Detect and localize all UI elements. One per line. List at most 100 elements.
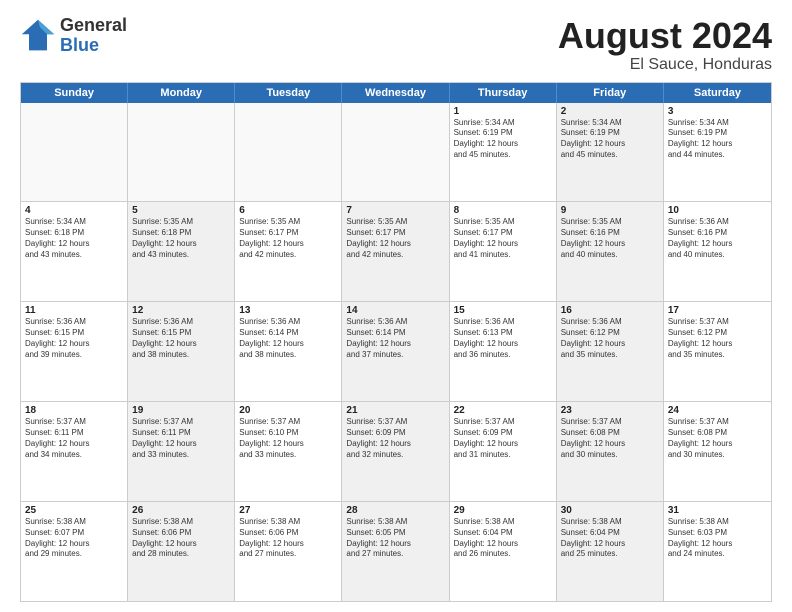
day-info: Sunrise: 5:38 AM Sunset: 6:06 PM Dayligh… <box>239 517 337 560</box>
day-number: 14 <box>346 305 444 316</box>
day-info: Sunrise: 5:36 AM Sunset: 6:15 PM Dayligh… <box>25 317 123 360</box>
day-number: 1 <box>454 106 552 117</box>
day-cell-1: 1Sunrise: 5:34 AM Sunset: 6:19 PM Daylig… <box>450 103 557 202</box>
day-number: 29 <box>454 505 552 516</box>
day-number: 13 <box>239 305 337 316</box>
day-cell-22: 22Sunrise: 5:37 AM Sunset: 6:09 PM Dayli… <box>450 402 557 501</box>
day-cell-11: 11Sunrise: 5:36 AM Sunset: 6:15 PM Dayli… <box>21 302 128 401</box>
title-location: El Sauce, Honduras <box>558 56 772 74</box>
day-number: 21 <box>346 405 444 416</box>
day-cell-17: 17Sunrise: 5:37 AM Sunset: 6:12 PM Dayli… <box>664 302 771 401</box>
calendar: SundayMondayTuesdayWednesdayThursdayFrid… <box>20 82 772 602</box>
day-number: 24 <box>668 405 767 416</box>
calendar-row-2: 11Sunrise: 5:36 AM Sunset: 6:15 PM Dayli… <box>21 302 771 402</box>
day-info: Sunrise: 5:35 AM Sunset: 6:17 PM Dayligh… <box>346 217 444 260</box>
header-day-monday: Monday <box>128 83 235 103</box>
empty-cell-0-0 <box>21 103 128 202</box>
calendar-body: 1Sunrise: 5:34 AM Sunset: 6:19 PM Daylig… <box>21 103 771 601</box>
day-info: Sunrise: 5:38 AM Sunset: 6:06 PM Dayligh… <box>132 517 230 560</box>
day-cell-30: 30Sunrise: 5:38 AM Sunset: 6:04 PM Dayli… <box>557 502 664 601</box>
day-cell-25: 25Sunrise: 5:38 AM Sunset: 6:07 PM Dayli… <box>21 502 128 601</box>
day-number: 22 <box>454 405 552 416</box>
day-cell-12: 12Sunrise: 5:36 AM Sunset: 6:15 PM Dayli… <box>128 302 235 401</box>
day-cell-19: 19Sunrise: 5:37 AM Sunset: 6:11 PM Dayli… <box>128 402 235 501</box>
day-number: 4 <box>25 205 123 216</box>
day-number: 15 <box>454 305 552 316</box>
day-info: Sunrise: 5:35 AM Sunset: 6:17 PM Dayligh… <box>239 217 337 260</box>
logo-blue-text: Blue <box>60 36 127 56</box>
day-number: 12 <box>132 305 230 316</box>
day-cell-23: 23Sunrise: 5:37 AM Sunset: 6:08 PM Dayli… <box>557 402 664 501</box>
day-number: 16 <box>561 305 659 316</box>
day-info: Sunrise: 5:36 AM Sunset: 6:14 PM Dayligh… <box>346 317 444 360</box>
day-cell-24: 24Sunrise: 5:37 AM Sunset: 6:08 PM Dayli… <box>664 402 771 501</box>
day-number: 3 <box>668 106 767 117</box>
day-info: Sunrise: 5:38 AM Sunset: 6:05 PM Dayligh… <box>346 517 444 560</box>
day-cell-29: 29Sunrise: 5:38 AM Sunset: 6:04 PM Dayli… <box>450 502 557 601</box>
day-number: 6 <box>239 205 337 216</box>
day-cell-10: 10Sunrise: 5:36 AM Sunset: 6:16 PM Dayli… <box>664 202 771 301</box>
day-info: Sunrise: 5:34 AM Sunset: 6:19 PM Dayligh… <box>561 118 659 161</box>
day-number: 25 <box>25 505 123 516</box>
day-number: 7 <box>346 205 444 216</box>
header-day-friday: Friday <box>557 83 664 103</box>
day-info: Sunrise: 5:35 AM Sunset: 6:17 PM Dayligh… <box>454 217 552 260</box>
page: General Blue August 2024 El Sauce, Hondu… <box>0 0 792 612</box>
calendar-header: SundayMondayTuesdayWednesdayThursdayFrid… <box>21 83 771 103</box>
day-info: Sunrise: 5:37 AM Sunset: 6:11 PM Dayligh… <box>25 417 123 460</box>
logo: General Blue <box>20 16 127 56</box>
day-info: Sunrise: 5:38 AM Sunset: 6:03 PM Dayligh… <box>668 517 767 560</box>
day-cell-20: 20Sunrise: 5:37 AM Sunset: 6:10 PM Dayli… <box>235 402 342 501</box>
day-number: 19 <box>132 405 230 416</box>
day-cell-7: 7Sunrise: 5:35 AM Sunset: 6:17 PM Daylig… <box>342 202 449 301</box>
header-day-tuesday: Tuesday <box>235 83 342 103</box>
day-cell-6: 6Sunrise: 5:35 AM Sunset: 6:17 PM Daylig… <box>235 202 342 301</box>
day-cell-5: 5Sunrise: 5:35 AM Sunset: 6:18 PM Daylig… <box>128 202 235 301</box>
day-info: Sunrise: 5:37 AM Sunset: 6:12 PM Dayligh… <box>668 317 767 360</box>
header-day-sunday: Sunday <box>21 83 128 103</box>
calendar-row-3: 18Sunrise: 5:37 AM Sunset: 6:11 PM Dayli… <box>21 402 771 502</box>
day-info: Sunrise: 5:38 AM Sunset: 6:04 PM Dayligh… <box>561 517 659 560</box>
day-info: Sunrise: 5:37 AM Sunset: 6:10 PM Dayligh… <box>239 417 337 460</box>
day-number: 18 <box>25 405 123 416</box>
day-cell-8: 8Sunrise: 5:35 AM Sunset: 6:17 PM Daylig… <box>450 202 557 301</box>
day-number: 23 <box>561 405 659 416</box>
day-number: 10 <box>668 205 767 216</box>
day-info: Sunrise: 5:37 AM Sunset: 6:09 PM Dayligh… <box>454 417 552 460</box>
day-cell-26: 26Sunrise: 5:38 AM Sunset: 6:06 PM Dayli… <box>128 502 235 601</box>
day-cell-3: 3Sunrise: 5:34 AM Sunset: 6:19 PM Daylig… <box>664 103 771 202</box>
header-day-thursday: Thursday <box>450 83 557 103</box>
day-cell-2: 2Sunrise: 5:34 AM Sunset: 6:19 PM Daylig… <box>557 103 664 202</box>
day-number: 26 <box>132 505 230 516</box>
calendar-row-0: 1Sunrise: 5:34 AM Sunset: 6:19 PM Daylig… <box>21 103 771 203</box>
day-number: 28 <box>346 505 444 516</box>
day-cell-15: 15Sunrise: 5:36 AM Sunset: 6:13 PM Dayli… <box>450 302 557 401</box>
day-cell-13: 13Sunrise: 5:36 AM Sunset: 6:14 PM Dayli… <box>235 302 342 401</box>
day-info: Sunrise: 5:37 AM Sunset: 6:08 PM Dayligh… <box>668 417 767 460</box>
day-cell-21: 21Sunrise: 5:37 AM Sunset: 6:09 PM Dayli… <box>342 402 449 501</box>
empty-cell-0-1 <box>128 103 235 202</box>
day-info: Sunrise: 5:35 AM Sunset: 6:16 PM Dayligh… <box>561 217 659 260</box>
header-day-wednesday: Wednesday <box>342 83 449 103</box>
empty-cell-0-3 <box>342 103 449 202</box>
day-number: 11 <box>25 305 123 316</box>
day-number: 27 <box>239 505 337 516</box>
calendar-row-4: 25Sunrise: 5:38 AM Sunset: 6:07 PM Dayli… <box>21 502 771 601</box>
day-info: Sunrise: 5:38 AM Sunset: 6:07 PM Dayligh… <box>25 517 123 560</box>
day-number: 9 <box>561 205 659 216</box>
logo-text: General Blue <box>60 16 127 56</box>
day-info: Sunrise: 5:35 AM Sunset: 6:18 PM Dayligh… <box>132 217 230 260</box>
day-number: 31 <box>668 505 767 516</box>
header-day-saturday: Saturday <box>664 83 771 103</box>
day-info: Sunrise: 5:37 AM Sunset: 6:11 PM Dayligh… <box>132 417 230 460</box>
day-cell-28: 28Sunrise: 5:38 AM Sunset: 6:05 PM Dayli… <box>342 502 449 601</box>
logo-icon <box>20 18 56 54</box>
title-block: August 2024 El Sauce, Honduras <box>558 16 772 74</box>
day-info: Sunrise: 5:37 AM Sunset: 6:08 PM Dayligh… <box>561 417 659 460</box>
day-cell-14: 14Sunrise: 5:36 AM Sunset: 6:14 PM Dayli… <box>342 302 449 401</box>
day-cell-4: 4Sunrise: 5:34 AM Sunset: 6:18 PM Daylig… <box>21 202 128 301</box>
day-info: Sunrise: 5:34 AM Sunset: 6:19 PM Dayligh… <box>454 118 552 161</box>
day-info: Sunrise: 5:34 AM Sunset: 6:19 PM Dayligh… <box>668 118 767 161</box>
day-number: 17 <box>668 305 767 316</box>
day-cell-9: 9Sunrise: 5:35 AM Sunset: 6:16 PM Daylig… <box>557 202 664 301</box>
